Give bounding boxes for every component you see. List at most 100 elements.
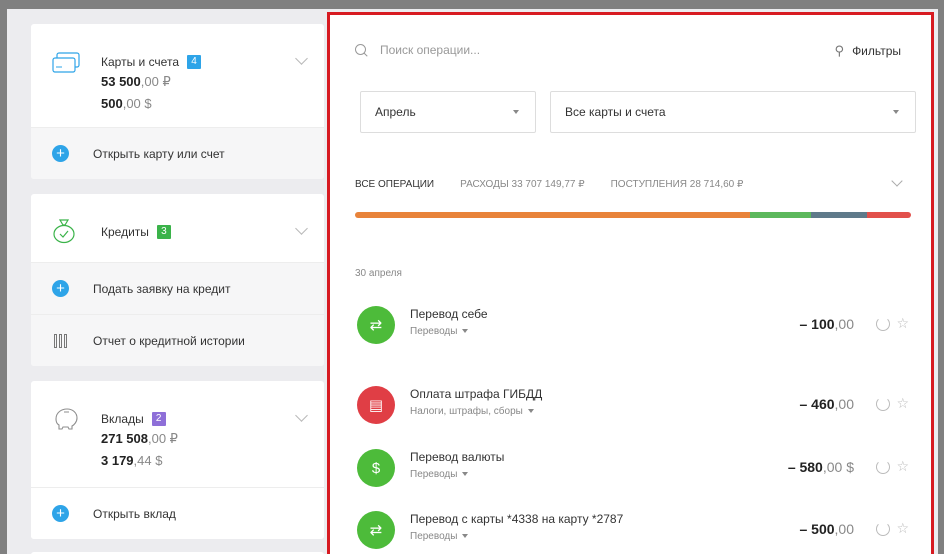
- operation-name: Перевод себе: [410, 307, 488, 321]
- star-icon[interactable]: ☆: [896, 520, 909, 537]
- cards-count-badge: 4: [187, 55, 201, 69]
- currency-icon: $: [357, 449, 395, 487]
- operation-category[interactable]: Переводы: [410, 326, 469, 337]
- operation-amount-int: – 460: [799, 396, 835, 412]
- deposits-count-badge: 2: [151, 412, 166, 426]
- filters-label: Фильтры: [852, 44, 901, 58]
- cards-rub-frac: ,00 ₽: [140, 74, 171, 89]
- deposits-usd-frac: ,44 $: [133, 453, 163, 468]
- operation-row[interactable]: ⇄ Перевод с карты *4338 на карту *2787 П…: [355, 509, 911, 551]
- repeat-icon[interactable]: [876, 397, 891, 411]
- open-deposit-label: Открыть вклад: [93, 506, 176, 521]
- open-card-button[interactable]: + Открыть карту или счет: [31, 127, 324, 179]
- month-select-value: Апрель: [375, 105, 416, 119]
- operation-amount: – 500,00: [799, 521, 854, 537]
- tab-expenses[interactable]: РАСХОДЫ 33 707 149,77 ₽: [460, 179, 585, 190]
- operation-name: Перевод валюты: [410, 450, 505, 464]
- bar-segment: [355, 212, 750, 218]
- operation-category[interactable]: Переводы: [410, 469, 469, 480]
- caret-down-icon: [513, 110, 519, 114]
- operation-amount-int: – 580: [787, 459, 823, 475]
- operation-amount-int: – 500: [799, 521, 835, 537]
- bar-segment: [866, 212, 911, 218]
- operation-category-label: Переводы: [410, 469, 458, 480]
- open-deposit-button[interactable]: + Открыть вклад: [31, 487, 324, 539]
- chevron-down-icon[interactable]: [295, 52, 308, 65]
- filter-icon: ⚲: [834, 43, 845, 58]
- search-input[interactable]: Поиск операции...: [380, 43, 480, 57]
- card-icon: [52, 52, 80, 73]
- caret-down-icon: [462, 329, 469, 334]
- tab-income[interactable]: ПОСТУПЛЕНИЯ 28 714,60 ₽: [611, 179, 744, 190]
- apply-credit-label: Подать заявку на кредит: [93, 281, 231, 296]
- deposits-header[interactable]: Вклады 2 271 508,00 ₽ 3 179,44 $: [31, 381, 324, 487]
- credit-history-report-button[interactable]: Отчет о кредитной истории: [31, 314, 324, 366]
- star-icon[interactable]: ☆: [896, 395, 909, 412]
- operations-date: 30 апреля: [355, 268, 402, 279]
- operation-row[interactable]: ⇄ Перевод себе Переводы – 100,00 ☆: [355, 304, 911, 346]
- account-select[interactable]: Все карты и счета: [550, 91, 916, 133]
- operation-name: Оплата штрафа ГИБДД: [410, 387, 543, 401]
- plus-icon: +: [52, 145, 69, 162]
- cards-accounts-label: Карты и счета: [101, 55, 179, 69]
- repeat-icon[interactable]: [876, 522, 891, 536]
- operation-actions: ☆: [876, 458, 909, 475]
- credits-card: Кредиты 3 + Подать заявку на кредит Отче…: [31, 194, 324, 366]
- operations-panel: Поиск операции... ⚲ Фильтры Апрель Все к…: [327, 12, 934, 554]
- caret-down-icon: [462, 472, 469, 477]
- operations-tabs: ВСЕ ОПЕРАЦИИ РАСХОДЫ 33 707 149,77 ₽ ПОС…: [355, 179, 910, 190]
- apply-credit-button[interactable]: + Подать заявку на кредит: [31, 262, 324, 314]
- credit-history-label: Отчет о кредитной истории: [93, 333, 245, 348]
- operation-category[interactable]: Налоги, штрафы, сборы: [410, 406, 534, 417]
- chevron-down-icon[interactable]: [295, 222, 308, 235]
- operation-actions: ☆: [876, 315, 909, 332]
- operation-amount: – 100,00: [799, 316, 854, 332]
- deposits-rub-frac: ,00 ₽: [148, 431, 178, 446]
- deposits-label: Вклады: [101, 412, 144, 426]
- repeat-icon[interactable]: [876, 317, 891, 331]
- operation-amount-frac: ,00 $: [822, 459, 854, 475]
- expense-categories-bar: [355, 212, 911, 218]
- credits-label: Кредиты: [101, 225, 149, 239]
- credits-title: Кредиты 3: [101, 225, 171, 239]
- cards-usd-balance: 500,00 $: [101, 96, 152, 111]
- piggy-bank-icon: [55, 408, 78, 430]
- bar-segment: [749, 212, 811, 218]
- chevron-down-icon[interactable]: [295, 409, 308, 422]
- month-select[interactable]: Апрель: [360, 91, 536, 133]
- search-icon: [355, 43, 368, 57]
- deposits-usd-int: 3 179: [101, 453, 134, 468]
- report-icon: [52, 333, 69, 348]
- operation-amount: – 460,00: [799, 396, 854, 412]
- operation-row[interactable]: ▤ Оплата штрафа ГИБДД Налоги, штрафы, сб…: [355, 384, 911, 426]
- open-card-label: Открыть карту или счет: [93, 146, 225, 161]
- star-icon[interactable]: ☆: [896, 315, 909, 332]
- operation-amount-int: – 100: [799, 316, 835, 332]
- transfer-icon: ⇄: [357, 511, 395, 549]
- operation-category[interactable]: Переводы: [410, 531, 469, 542]
- plus-icon: +: [52, 280, 69, 297]
- operation-actions: ☆: [876, 395, 909, 412]
- cards-accounts-title: Карты и счета 4: [101, 55, 201, 69]
- operation-category-label: Переводы: [410, 531, 458, 542]
- cards-rub-int: 53 500: [101, 74, 141, 89]
- deposits-rub-balance: 271 508,00 ₽: [101, 431, 178, 447]
- cards-usd-int: 500: [101, 96, 123, 111]
- operation-amount-frac: ,00: [834, 396, 854, 412]
- star-icon[interactable]: ☆: [896, 458, 909, 475]
- cards-rub-balance: 53 500,00 ₽: [101, 74, 171, 90]
- credits-header[interactable]: Кредиты 3: [31, 194, 324, 262]
- credits-count-badge: 3: [156, 225, 171, 239]
- operation-category-label: Переводы: [410, 326, 458, 337]
- search-field[interactable]: Поиск операции...: [355, 43, 480, 57]
- tab-all-operations[interactable]: ВСЕ ОПЕРАЦИИ: [355, 179, 434, 190]
- cards-accounts-header[interactable]: Карты и счета 4 53 500,00 ₽ 500,00 $: [31, 24, 324, 127]
- operation-row[interactable]: $ Перевод валюты Переводы – 580,00 $ ☆: [355, 447, 911, 489]
- operation-actions: ☆: [876, 520, 909, 537]
- caret-down-icon: [893, 110, 899, 114]
- filters-button[interactable]: ⚲ Фильтры: [835, 43, 901, 59]
- repeat-icon[interactable]: [876, 460, 891, 474]
- operation-amount: – 580,00 $: [788, 459, 854, 475]
- cards-usd-frac: ,00 $: [122, 96, 152, 111]
- money-bag-icon: [53, 219, 75, 244]
